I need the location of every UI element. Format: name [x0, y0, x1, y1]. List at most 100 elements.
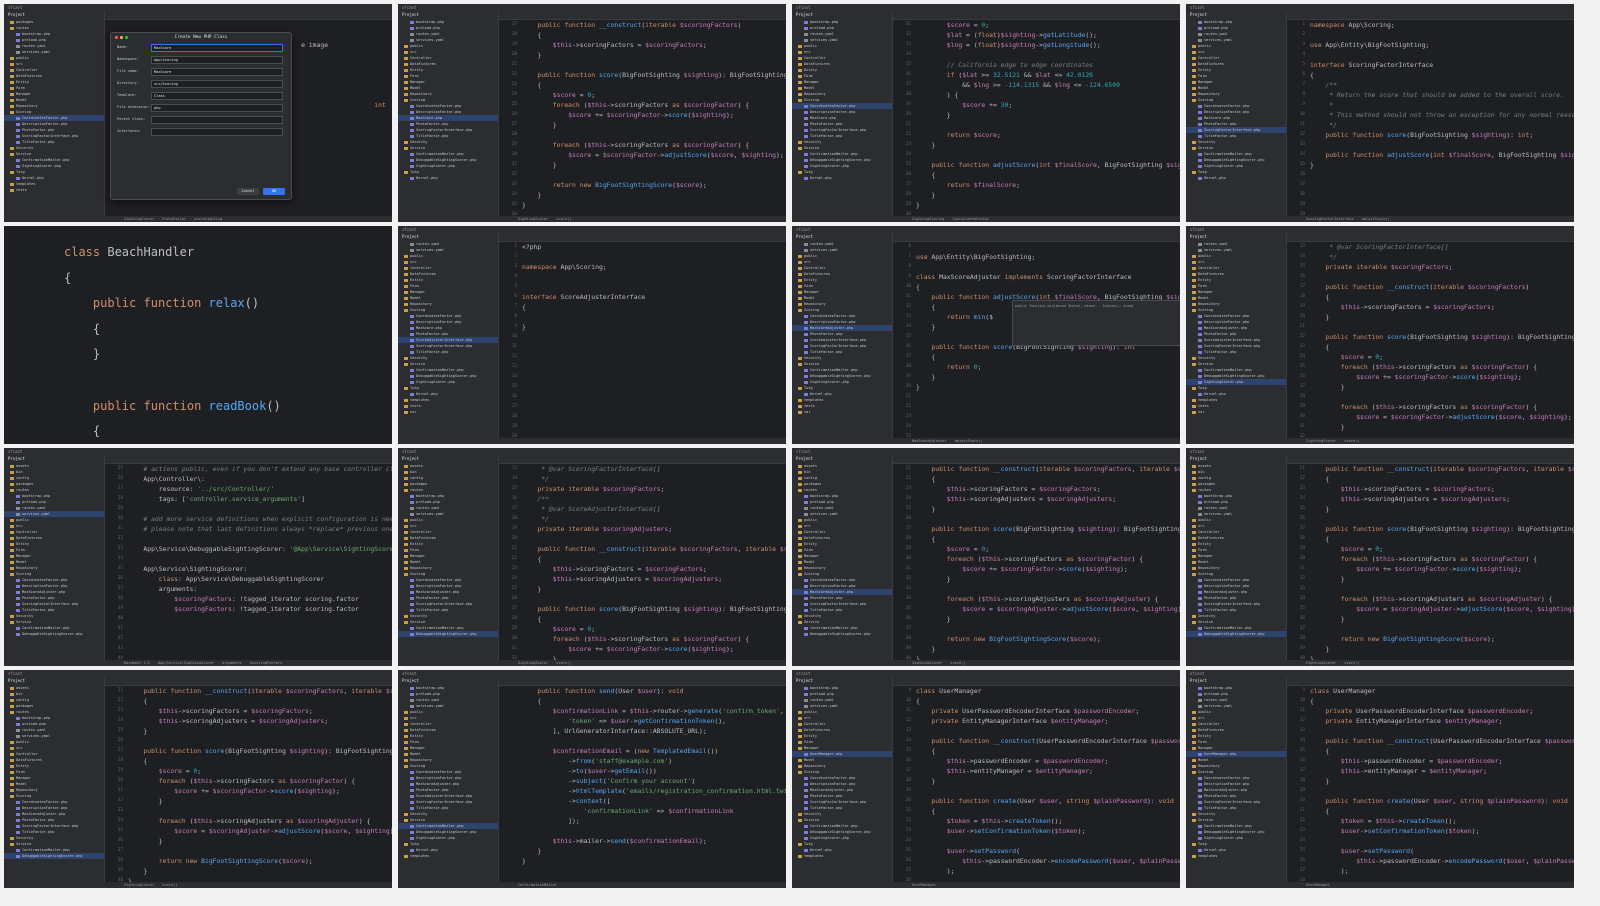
tree-item[interactable]: var	[398, 409, 498, 415]
code-editor[interactable]: public function __construct(iterable $sc…	[1310, 464, 1574, 660]
breadcrumb-item[interactable]: SightingScoring	[912, 217, 944, 221]
tree-item[interactable]: DebuggableSightingScorer.php	[792, 631, 892, 637]
breadcrumb-item[interactable]: ConfirmationMailer	[518, 883, 557, 887]
breadcrumb-item[interactable]: SightingScorer	[912, 661, 942, 665]
dialog-field-input[interactable]: MaxScore	[151, 68, 283, 76]
minimize-dot[interactable]	[120, 36, 123, 39]
tree-item-label: routes	[804, 488, 817, 492]
code-editor[interactable]: class UserManager{ private UserPasswordE…	[916, 686, 1180, 882]
tree-item[interactable]: Kernel.php	[398, 175, 498, 181]
breadcrumb-item[interactable]: SightingScorer	[1306, 661, 1336, 665]
code-line: }	[916, 141, 936, 149]
breadcrumb-item[interactable]: SightingScorer	[518, 217, 548, 221]
breadcrumb-item[interactable]: App\Service\SightingScorer	[158, 661, 214, 665]
tree-item[interactable]: var	[792, 409, 892, 415]
tree-item[interactable]: DebuggableSightingScorer.php	[4, 631, 104, 637]
dialog-field-input[interactable]: App\Scoring	[151, 56, 283, 64]
breadcrumb-item[interactable]: CoordinatesFactor	[952, 217, 989, 221]
code-editor[interactable]: $score = 0; $lat = (float)$sighting->get…	[916, 20, 1180, 216]
breadcrumb-item[interactable]: score()	[556, 661, 571, 665]
tree-item-label: packages	[1198, 482, 1216, 486]
tree-item[interactable]: tests	[4, 187, 104, 193]
breadcrumb-item[interactable]: UserManager	[1306, 883, 1330, 887]
breadcrumb-item[interactable]: MaxScoreAdjuster	[912, 439, 947, 443]
breadcrumb-item[interactable]: scoreSighting	[194, 217, 222, 221]
breadcrumb-item[interactable]: score()	[1344, 439, 1359, 443]
tree-item[interactable]: DebuggableSightingScorer.php	[398, 631, 498, 637]
code-line: }	[1310, 383, 1345, 391]
breadcrumb-item[interactable]: UserManager	[912, 883, 936, 887]
editor-tabs: SightingScorer.phpPhotoFactor.phpScoring…	[104, 11, 392, 20]
breadcrumb-item[interactable]: score()	[162, 883, 177, 887]
dialog-field-input[interactable]: src/Scoring	[151, 80, 283, 88]
line-number: 27	[905, 526, 911, 531]
tree-item[interactable]: Kernel.php	[792, 175, 892, 181]
tree-item-label: DataFixtures	[410, 536, 436, 540]
breadcrumb-item[interactable]: SightingScorer	[124, 883, 154, 887]
line-number: 15	[511, 384, 517, 389]
folder-icon	[798, 620, 802, 624]
breadcrumb-item[interactable]: adjustScore()	[955, 439, 983, 443]
line-number: 4	[1302, 52, 1305, 57]
code-editor[interactable]: namespace App\Scoring; use App\Entity\Big…	[1310, 20, 1574, 216]
tree-item-label: CoordinatesFactor.php	[416, 770, 462, 774]
code-line: $score = 0;	[552, 91, 596, 99]
tree-item[interactable]: templates	[1186, 853, 1286, 859]
dialog-field-input[interactable]: php	[151, 104, 283, 112]
line-number: 9	[514, 324, 517, 329]
folder-icon	[798, 296, 802, 300]
close-dot[interactable]	[115, 36, 118, 39]
breadcrumb-item[interactable]: PhotoFactor	[162, 217, 186, 221]
tree-item[interactable]: Kernel.php	[1186, 175, 1286, 181]
breadcrumb-item[interactable]: arguments	[222, 661, 241, 665]
code-editor[interactable]: public function send(User $user): void {…	[522, 686, 786, 882]
breadcrumb-item[interactable]: SightingScorer	[124, 217, 154, 221]
code-editor[interactable]: public function __construct(iterable $sc…	[128, 686, 392, 882]
code-editor[interactable]: class BeachHandler{ public function rela…	[64, 240, 392, 438]
file-icon	[16, 596, 20, 600]
tree-item-label: Manager	[16, 92, 32, 96]
breadcrumb-item[interactable]: ScoringFactorInterface	[1306, 217, 1354, 221]
line-numbers: 21 22 23 24 25 26 27 28 29 30 31 32 33 34 35 36 37 38 39 40	[1287, 464, 1305, 661]
line-number: 12	[1299, 718, 1305, 723]
dialog-field-input[interactable]	[151, 116, 283, 124]
tree-item-label: DescriptionFactor.php	[810, 782, 856, 786]
tree-item[interactable]: DebuggableSightingScorer.php	[4, 853, 104, 859]
tree-item[interactable]: DebuggableSightingScorer.php	[1186, 631, 1286, 637]
breadcrumb-item[interactable]: SightingScorer	[518, 661, 548, 665]
tree-item-label: assets	[410, 464, 423, 468]
breadcrumb-item[interactable]: adjustScore()	[1362, 217, 1390, 221]
code-editor[interactable]: * @var ScoringFactorInterface[] */ priva…	[1310, 242, 1574, 438]
breadcrumb-item[interactable]: score()	[1344, 661, 1359, 665]
breadcrumb-item[interactable]: SightingScorer	[1306, 439, 1336, 443]
breadcrumb-item[interactable]: $scoringFactors	[250, 661, 282, 665]
tree-item[interactable]: var	[1186, 409, 1286, 415]
project-tree: Project assets bin config packages routes boot…	[4, 455, 105, 660]
dialog-field-input[interactable]	[151, 128, 283, 136]
zoom-dot[interactable]	[125, 36, 128, 39]
breadcrumb-item[interactable]: score()	[950, 661, 965, 665]
code-editor[interactable]: public function __construct(iterable $sc…	[522, 20, 786, 216]
code-editor[interactable]: * @var ScoringFactorInterface[] */ priva…	[522, 464, 786, 660]
code-editor[interactable]: # actions public, even if you don't exte…	[128, 464, 392, 660]
window-title: sfcast	[1186, 448, 1574, 455]
file-icon	[16, 140, 20, 144]
code-line: namespace App\Scoring;	[1310, 21, 1395, 29]
tree-item[interactable]: templates	[398, 853, 498, 859]
dialog-field-input[interactable]: MaxScore	[151, 44, 283, 52]
breadcrumb-item[interactable]: score()	[556, 217, 571, 221]
tree-item-label: Security	[16, 836, 34, 840]
code-editor[interactable]: <?php namespace App\Scoring; interface Sco…	[522, 242, 786, 438]
breadcrumb-item[interactable]: Document 1/1	[124, 661, 150, 665]
line-number: 25	[117, 466, 123, 471]
tree-item[interactable]: templates	[792, 853, 892, 859]
code-editor[interactable]: public function __construct(iterable $sc…	[916, 464, 1180, 660]
ok-button[interactable]: OK	[263, 188, 285, 195]
tree-item-label: Form	[804, 740, 813, 744]
dialog-field-input[interactable]: Class	[151, 92, 283, 100]
cancel-button[interactable]: Cancel	[237, 188, 259, 195]
folder-icon	[798, 68, 802, 72]
code-editor[interactable]: class UserManager{ private UserPasswordE…	[1310, 686, 1574, 882]
